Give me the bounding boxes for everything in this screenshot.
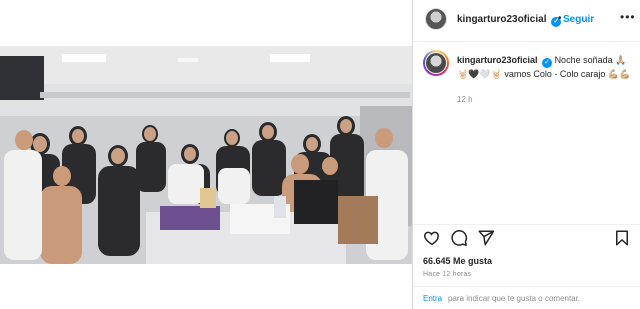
heart-icon[interactable] [423,229,441,247]
likes-count[interactable]: 66.645 Me gusta [423,256,492,266]
send-icon[interactable] [477,229,495,247]
team-celebration-photo [0,46,412,264]
profile-avatar-story[interactable] [423,50,449,76]
more-options-icon[interactable]: ••• [620,10,636,24]
caption-avatar-image [426,53,446,73]
login-link[interactable]: Entra [423,294,442,303]
verified-badge-icon: ✓ [542,58,553,68]
header-username-wrap[interactable]: kingarturo23oficial ✓ [457,14,562,27]
login-prompt-text: para indicar que te gusta o comentar. [448,294,581,303]
comment-login-bar: Entra para indicar que te gusta o coment… [413,286,640,309]
post-photo[interactable] [0,46,412,264]
follow-button[interactable]: Seguir [563,14,594,25]
caption-timestamp: 12 h [457,95,473,104]
header-separator: • [558,13,562,24]
caption-text-block: kingarturo23oficial ✓ Noche soñada 🙏🏼🤘🏻🖤… [457,54,635,81]
post-actions [413,224,640,250]
bookmark-icon[interactable] [613,229,631,247]
profile-avatar[interactable] [425,8,447,30]
post-side-panel: kingarturo23oficial ✓ • Seguir ••• kinga… [413,0,640,309]
header-username[interactable]: kingarturo23oficial [457,14,546,25]
post-timestamp: Hace 12 horas [423,271,472,278]
caption-username[interactable]: kingarturo23oficial [457,55,538,65]
post-header: kingarturo23oficial ✓ • Seguir ••• [413,0,640,42]
comment-icon[interactable] [450,229,468,247]
